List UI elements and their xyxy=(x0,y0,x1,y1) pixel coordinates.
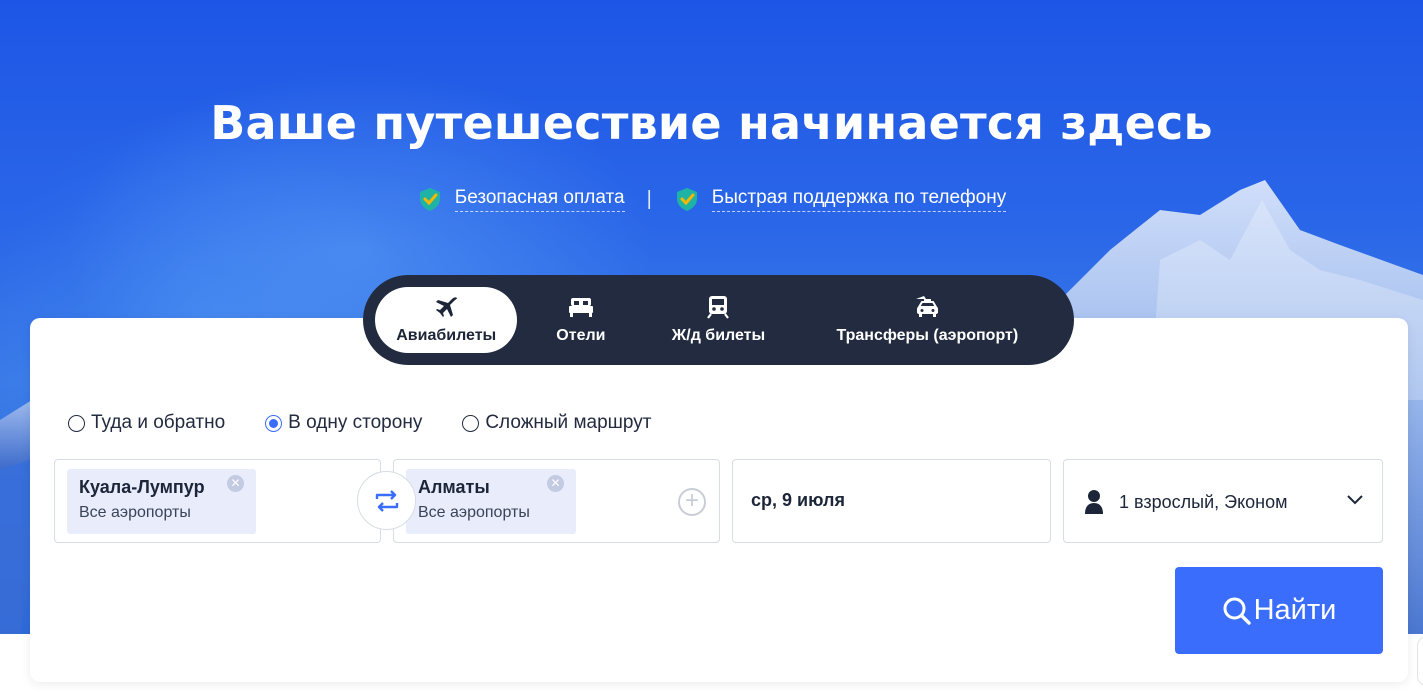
search-button[interactable]: Найти xyxy=(1175,567,1383,654)
tab-label: Отели xyxy=(556,327,606,344)
trip-type-options: Туда и обратно В одну сторону Сложный ма… xyxy=(68,412,651,434)
radio-button[interactable] xyxy=(68,414,85,432)
feature-secure-payment: Безопасная оплата xyxy=(417,186,625,212)
add-destination-icon[interactable]: + xyxy=(678,488,706,516)
tab-flights[interactable]: Авиабилеты xyxy=(375,287,518,353)
radio-label: В одну сторону xyxy=(288,412,423,433)
plane-icon xyxy=(436,297,458,317)
swap-cities-button[interactable] xyxy=(357,471,416,530)
train-icon xyxy=(707,296,730,319)
tab-trains[interactable]: Ж/д билеты xyxy=(644,287,792,353)
tab-label: Трансферы (аэропорт) xyxy=(836,327,1019,344)
feature-label[interactable]: Быстрая поддержка по телефону xyxy=(711,187,1007,212)
origin-airports: Все аэропорты xyxy=(79,504,191,521)
tab-hotels[interactable]: Отели xyxy=(517,287,644,353)
search-icon xyxy=(1223,597,1251,625)
radio-button[interactable] xyxy=(265,414,283,432)
passengers-value: 1 взрослый, Эконом xyxy=(1119,492,1288,512)
radio-button[interactable] xyxy=(462,414,480,432)
radio-one-way[interactable]: В одну сторону xyxy=(265,412,422,434)
feature-phone-support: Быстрая поддержка по телефону xyxy=(674,186,1007,212)
destination-chip[interactable]: Алматы Все аэропорты ✕ xyxy=(406,469,576,534)
scroll-edge-element xyxy=(1417,636,1423,686)
destination-field[interactable]: Алматы Все аэропорты ✕ + xyxy=(393,459,720,543)
clear-destination-icon[interactable]: ✕ xyxy=(547,475,564,492)
origin-city: Куала-Лумпур xyxy=(79,477,205,497)
clear-origin-icon[interactable]: ✕ xyxy=(227,475,244,492)
swap-arrows-icon xyxy=(375,489,398,512)
passengers-field[interactable]: 1 взрослый, Эконом xyxy=(1063,459,1383,543)
features-row: Безопасная оплата | Быстрая поддержка по… xyxy=(0,186,1423,212)
page-title: Ваше путешествие начинается здесь xyxy=(210,96,1213,150)
radio-round-trip[interactable]: Туда и обратно xyxy=(68,412,225,434)
person-icon xyxy=(1085,490,1103,514)
radio-label: Туда и обратно xyxy=(91,412,226,433)
tab-label: Ж/д билеты xyxy=(671,327,766,344)
feature-separator: | xyxy=(646,187,652,210)
destination-airports: Все аэропорты xyxy=(418,504,530,521)
origin-field[interactable]: Куала-Лумпур Все аэропорты ✕ xyxy=(54,459,381,543)
origin-chip[interactable]: Куала-Лумпур Все аэропорты ✕ xyxy=(67,469,256,534)
product-tabs: Авиабилеты Отели Ж/д билеты Трансферы (а… xyxy=(363,275,1074,365)
destination-city: Алматы xyxy=(418,477,490,497)
chevron-down-icon[interactable] xyxy=(1346,494,1364,506)
departure-date: ср, 9 июля xyxy=(751,490,845,510)
radio-multi-city[interactable]: Сложный маршрут xyxy=(462,412,651,434)
shield-check-icon xyxy=(676,188,697,211)
feature-label[interactable]: Безопасная оплата xyxy=(454,187,625,212)
radio-label: Сложный маршрут xyxy=(485,412,652,433)
search-label: Найти xyxy=(1253,594,1337,626)
tab-transfers[interactable]: Трансферы (аэропорт) xyxy=(793,287,1062,353)
bed-icon xyxy=(568,298,593,317)
tab-label: Авиабилеты xyxy=(396,327,497,344)
shield-check-icon xyxy=(419,188,440,211)
date-field[interactable]: ср, 9 июля xyxy=(732,459,1051,543)
taxi-icon xyxy=(916,296,939,317)
